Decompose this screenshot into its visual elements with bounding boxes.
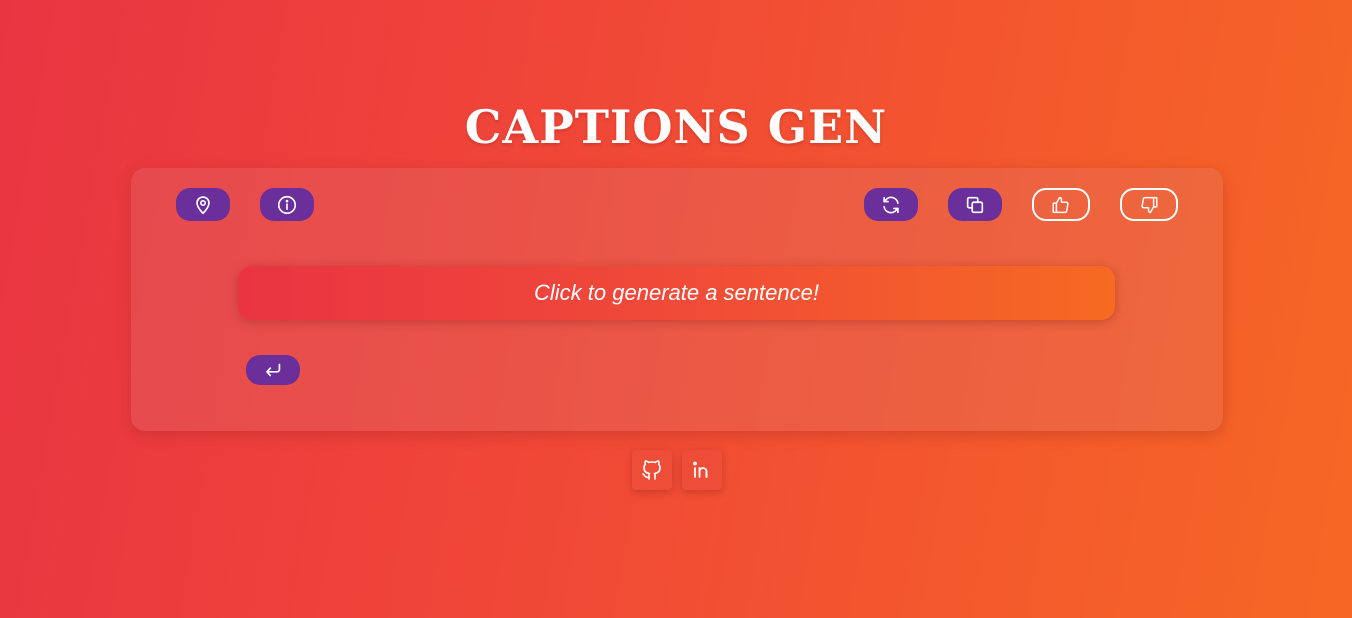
linkedin-link[interactable] [682, 450, 722, 490]
copy-icon [964, 194, 986, 216]
page-title: CAPTIONS GEN [464, 100, 888, 154]
thumbs-up-icon [1050, 194, 1072, 216]
caption-card: Click to generate a sentence! [131, 168, 1223, 431]
thumbs-up-button[interactable] [1032, 188, 1090, 221]
github-icon [640, 458, 664, 482]
sentence-text: Click to generate a sentence! [534, 280, 819, 305]
thumbs-down-button[interactable] [1120, 188, 1178, 221]
info-icon [276, 194, 298, 216]
linkedin-icon [690, 458, 714, 482]
enter-arrow-icon [262, 359, 284, 381]
refresh-button[interactable] [864, 188, 918, 221]
generate-sentence-button[interactable]: Click to generate a sentence! [238, 266, 1115, 320]
location-pin-icon [192, 194, 214, 216]
info-button[interactable] [260, 188, 314, 221]
location-button[interactable] [176, 188, 230, 221]
thumbs-down-icon [1138, 194, 1160, 216]
copy-button[interactable] [948, 188, 1002, 221]
enter-button[interactable] [246, 355, 300, 385]
github-link[interactable] [632, 450, 672, 490]
refresh-icon [880, 194, 902, 216]
